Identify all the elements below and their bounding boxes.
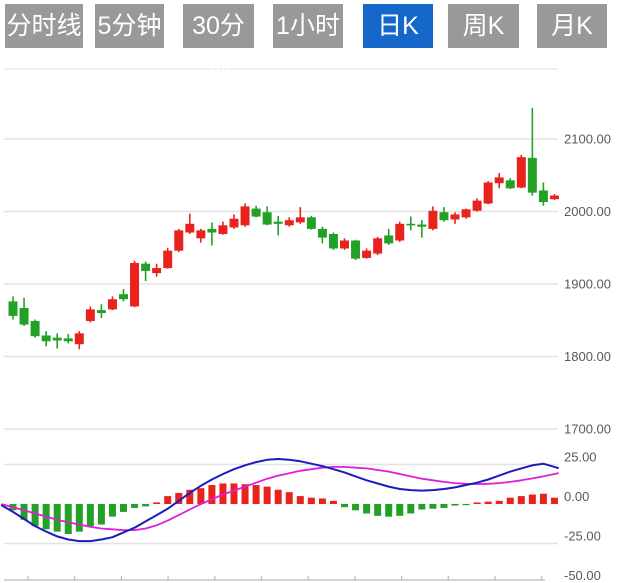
axis-labels: 2100.00 2000.00 1900.00 1800.00 1700.00 25.00… — [564, 132, 611, 583]
svg-text:1900.00: 1900.00 — [564, 277, 611, 292]
tab-30min[interactable]: 30分钟 — [183, 4, 254, 84]
tab-weekly-k[interactable]: 周K — [448, 4, 519, 48]
candlestick-series — [8, 107, 559, 350]
svg-text:-50.00: -50.00 — [564, 568, 601, 583]
kline-chart[interactable]: 2100.00 2000.00 1900.00 1800.00 1700.00 25.00… — [0, 0, 625, 583]
tab-1hour[interactable]: 1小时 — [273, 4, 343, 48]
tab-timeline[interactable]: 分时线 — [5, 4, 83, 48]
svg-text:-25.00: -25.00 — [564, 529, 601, 544]
svg-text:0.00: 0.00 — [564, 489, 589, 504]
svg-text:1700.00: 1700.00 — [564, 422, 611, 437]
tab-monthly-k[interactable]: 月K — [537, 4, 607, 48]
tab-5min[interactable]: 5分钟 — [95, 4, 164, 48]
svg-text:2000.00: 2000.00 — [564, 204, 611, 219]
svg-text:2100.00: 2100.00 — [564, 132, 611, 147]
svg-text:25.00: 25.00 — [564, 450, 597, 465]
svg-text:1800.00: 1800.00 — [564, 349, 611, 364]
timeframe-tabbar: 分时线 5分钟 30分钟 1小时 日K 周K 月K — [0, 4, 607, 84]
tab-daily-k[interactable]: 日K — [363, 4, 433, 48]
